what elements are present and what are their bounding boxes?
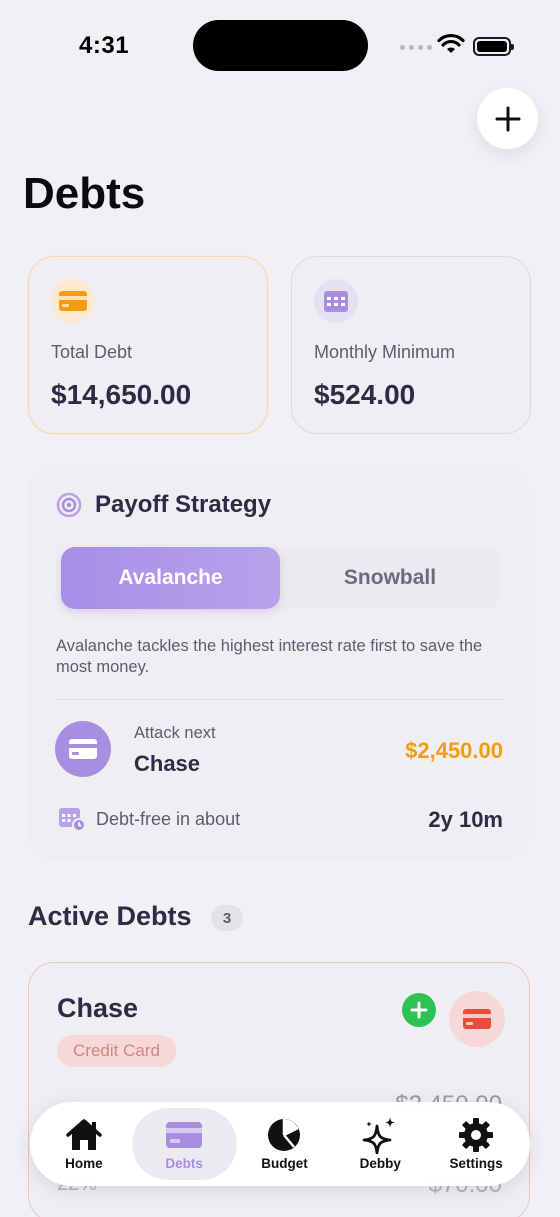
total-debt-card: Total Debt $14,650.00 — [28, 256, 268, 434]
debt-free-value: 2y 10m — [428, 807, 503, 832]
tab-budget[interactable]: Budget — [237, 1108, 333, 1180]
tab-home[interactable]: Home — [36, 1108, 132, 1180]
dynamic-island — [193, 20, 368, 71]
snowball-option[interactable]: Snowball — [280, 547, 500, 609]
monthly-minimum-label: Monthly Minimum — [314, 342, 456, 362]
cellular-signal-icon — [400, 45, 432, 50]
payoff-strategy-card: Payoff Strategy Avalanche Snowball Avala… — [28, 464, 530, 860]
target-icon — [56, 492, 82, 518]
strategy-description: Avalanche tackles the highest interest r… — [56, 637, 483, 676]
home-icon — [66, 1119, 102, 1150]
strategy-segmented-control: Avalanche Snowball — [61, 547, 500, 609]
page-title: Debts — [23, 169, 146, 218]
attack-next-label: Attack next — [134, 724, 216, 742]
tab-label: Settings — [449, 1156, 503, 1171]
debt-free-label: Debt-free in about — [96, 809, 241, 829]
credit-card-icon — [55, 721, 111, 777]
tab-label: Debts — [165, 1156, 203, 1171]
tab-debts[interactable]: Debts — [131, 1108, 237, 1180]
battery-icon — [473, 37, 514, 56]
credit-card-icon — [449, 991, 505, 1047]
tab-label: Home — [65, 1156, 103, 1171]
avalanche-option[interactable]: Avalanche — [61, 547, 280, 609]
total-debt-value: $14,650.00 — [51, 379, 192, 410]
debt-type-badge: Credit Card — [57, 1035, 176, 1067]
gear-icon — [459, 1118, 494, 1152]
monthly-minimum-value: $524.00 — [314, 379, 416, 410]
active-debts-count-badge: 3 — [211, 905, 243, 931]
add-debt-button[interactable] — [477, 88, 538, 149]
active-debts-title: Active Debts — [28, 901, 192, 931]
tab-bar: Home Debts Budget Debby Settings — [30, 1102, 530, 1186]
debt-name: Chase — [57, 993, 139, 1023]
tab-debby[interactable]: Debby — [332, 1108, 428, 1180]
add-payment-button[interactable] — [402, 993, 436, 1027]
tab-label: Budget — [261, 1156, 308, 1171]
payoff-strategy-title: Payoff Strategy — [95, 491, 272, 518]
total-debt-label: Total Debt — [51, 342, 133, 362]
divider — [56, 699, 504, 700]
tab-settings[interactable]: Settings — [428, 1108, 524, 1180]
sparkles-icon — [362, 1117, 396, 1154]
calendar-icon — [314, 279, 358, 323]
plus-icon — [410, 1001, 428, 1019]
credit-card-icon — [166, 1122, 203, 1148]
credit-card-icon — [51, 279, 95, 323]
pie-chart-icon — [268, 1119, 301, 1151]
attack-next-name: Chase — [134, 751, 201, 776]
tab-label: Debby — [359, 1156, 401, 1171]
attack-next-amount: $2,450.00 — [405, 738, 503, 763]
status-bar: 4:31 — [0, 0, 560, 90]
monthly-minimum-card: Monthly Minimum $524.00 — [291, 256, 531, 434]
plus-icon — [495, 106, 520, 131]
wifi-icon — [437, 33, 465, 53]
status-time: 4:31 — [79, 32, 130, 59]
calendar-clock-icon — [59, 808, 86, 832]
